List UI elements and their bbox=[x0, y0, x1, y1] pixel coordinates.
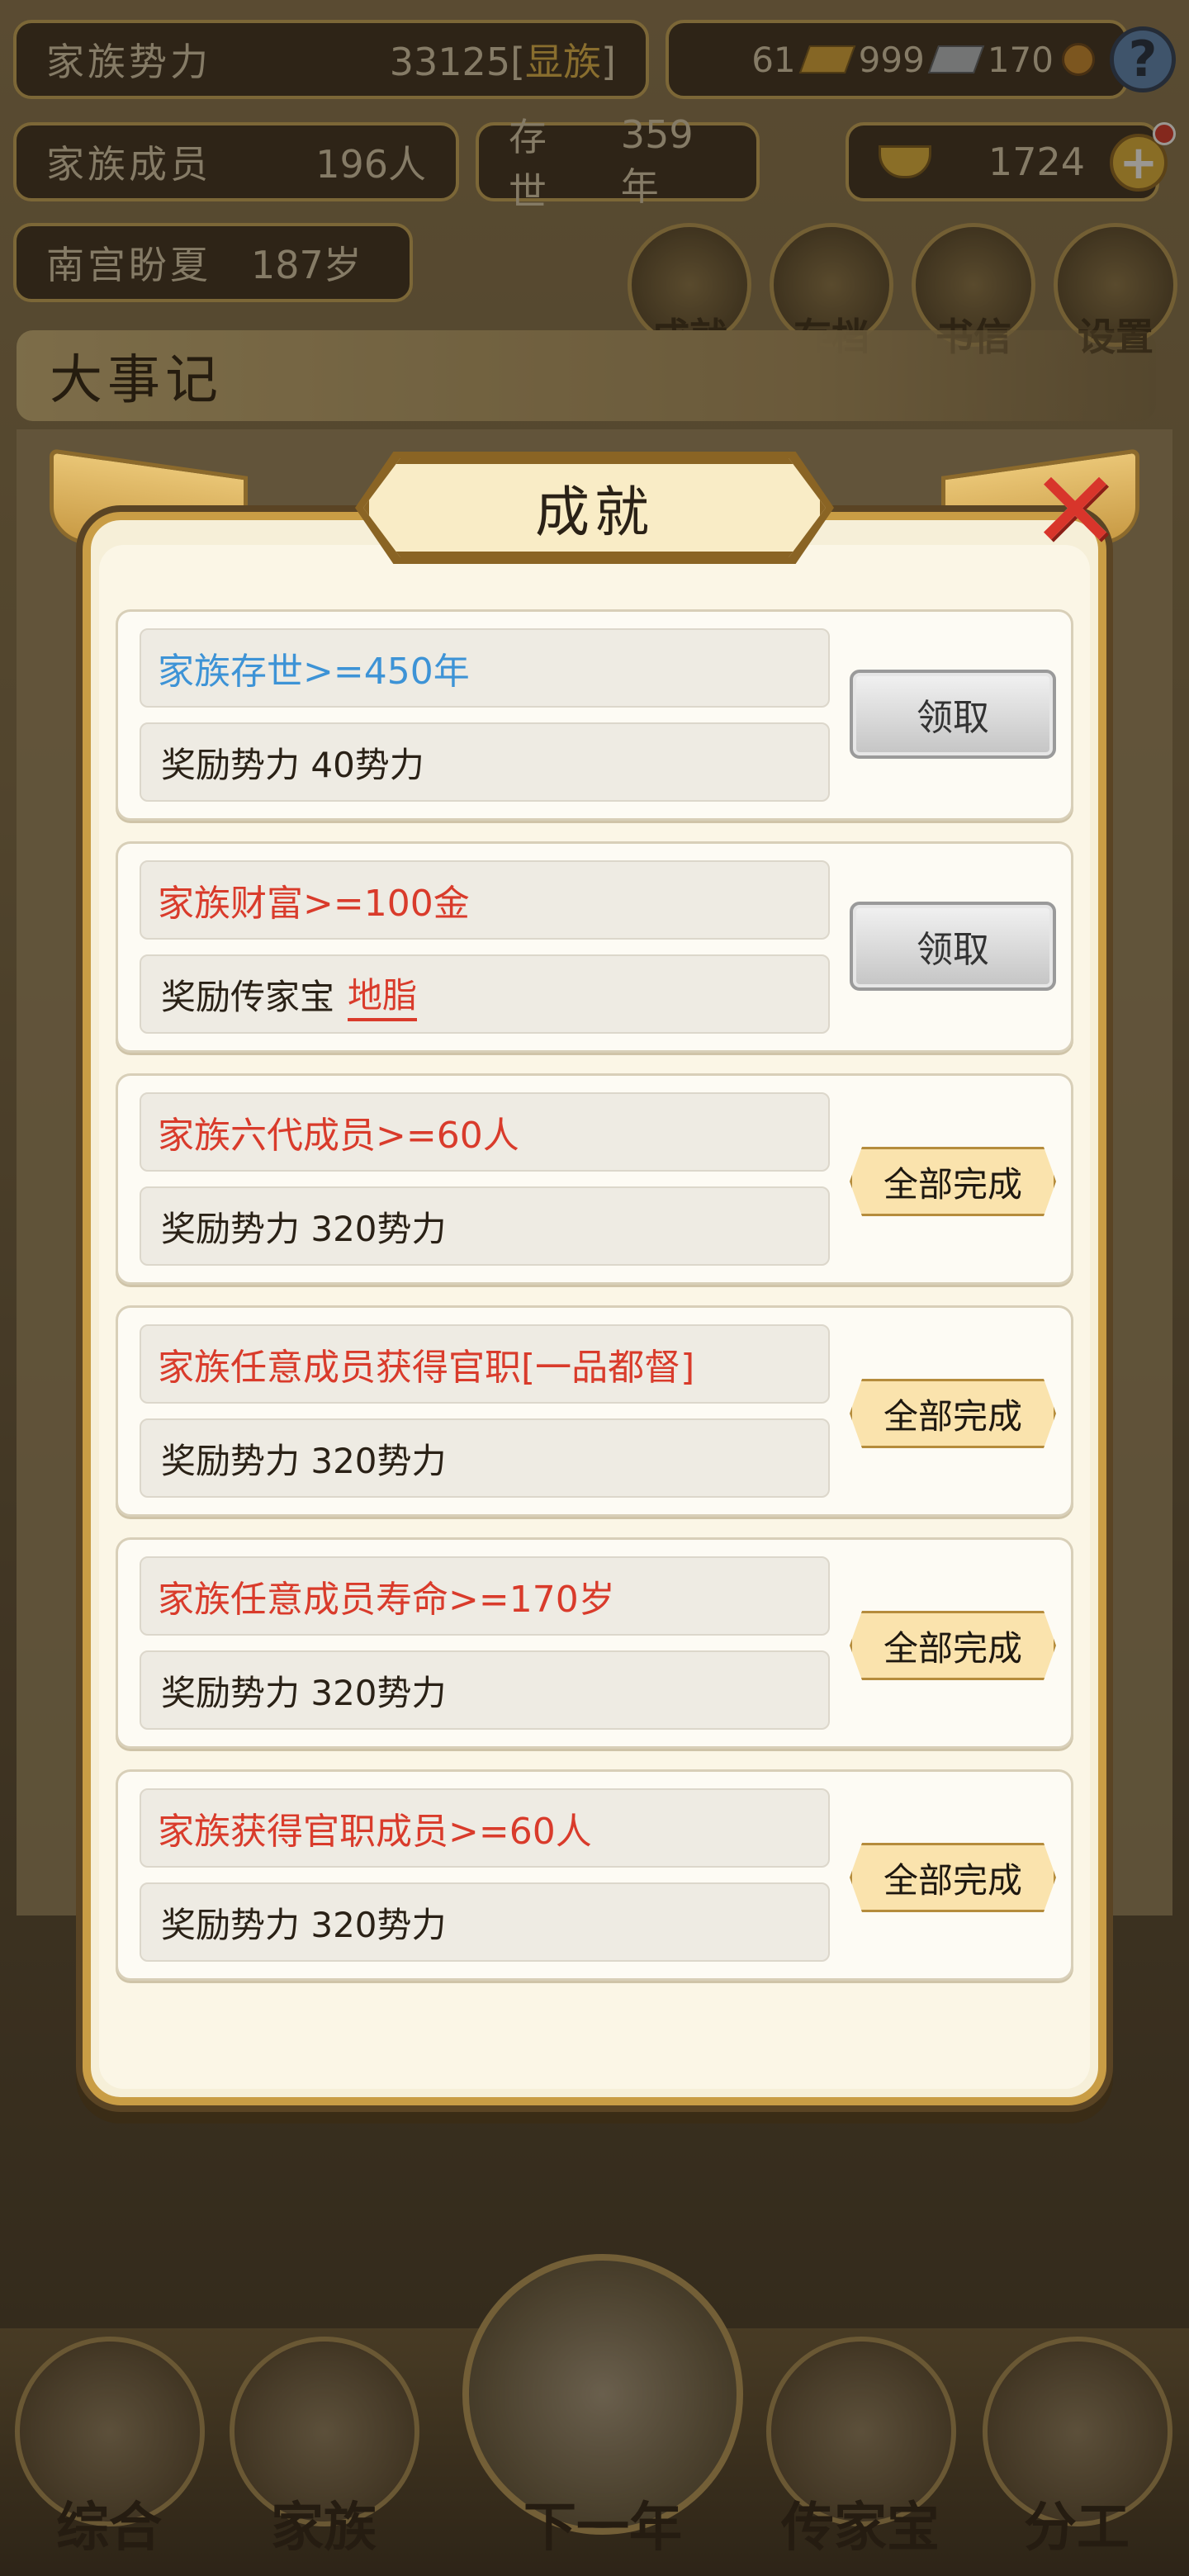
achievement-reward: 奖励传家宝 地脂 bbox=[140, 954, 830, 1034]
modal-title: 成就 bbox=[535, 481, 654, 544]
achievement-list: 家族存世>=450年 奖励势力 40势力 领取 家族财富>=100金 奖励传家宝 地脂 领取… bbox=[116, 609, 1073, 2001]
achievement-goal: 家族财富>=100金 bbox=[140, 860, 830, 940]
claim-button[interactable]: 领取 bbox=[850, 670, 1056, 759]
achievement-reward: 奖励势力 320势力 bbox=[140, 1418, 830, 1498]
completed-badge: 全部完成 bbox=[850, 1147, 1056, 1216]
achievement-reward: 奖励势力 320势力 bbox=[140, 1650, 830, 1730]
achievement-card: 家族获得官职成员>=60人奖励势力 320势力 全部完成 bbox=[116, 1769, 1073, 1981]
achievement-goal: 家族任意成员获得官职[一品都督] bbox=[140, 1324, 830, 1404]
achievement-goal: 家族任意成员寿命>=170岁 bbox=[140, 1556, 830, 1636]
achievement-card: 家族任意成员寿命>=170岁奖励势力 320势力 全部完成 bbox=[116, 1537, 1073, 1749]
achievement-goal: 家族存世>=450年 bbox=[140, 628, 830, 708]
achievement-card: 家族六代成员>=60人奖励势力 320势力 全部完成 bbox=[116, 1073, 1073, 1285]
completed-badge: 全部完成 bbox=[850, 1843, 1056, 1912]
achievement-reward-text: 奖励传家宝 bbox=[161, 976, 335, 1017]
modal-title-plate: 成就 bbox=[363, 458, 826, 557]
achievement-reward-text: 奖励势力 320势力 bbox=[161, 1672, 447, 1713]
completed-badge: 全部完成 bbox=[850, 1611, 1056, 1680]
achievement-reward-text: 奖励势力 320势力 bbox=[161, 1208, 447, 1249]
achievement-reward-text: 奖励势力 320势力 bbox=[161, 1904, 447, 1945]
achievement-reward-text: 奖励势力 320势力 bbox=[161, 1440, 447, 1481]
achievement-reward-item[interactable]: 地脂 bbox=[348, 968, 418, 1021]
achievement-reward-text: 奖励势力 40势力 bbox=[161, 744, 424, 785]
achievement-card: 家族任意成员获得官职[一品都督] 奖励势力 320势力 全部完成 bbox=[116, 1305, 1073, 1517]
achievement-card: 家族财富>=100金 奖励传家宝 地脂 领取 bbox=[116, 841, 1073, 1053]
close-icon[interactable]: ✕ bbox=[1017, 452, 1133, 568]
achievement-reward: 奖励势力 320势力 bbox=[140, 1882, 830, 1962]
achievement-card: 家族存世>=450年奖励势力 40势力 领取 bbox=[116, 609, 1073, 821]
completed-badge: 全部完成 bbox=[850, 1379, 1056, 1448]
achievement-reward: 奖励势力 40势力 bbox=[140, 722, 830, 802]
achievement-goal: 家族获得官职成员>=60人 bbox=[140, 1788, 830, 1868]
achievement-reward: 奖励势力 320势力 bbox=[140, 1186, 830, 1266]
claim-button[interactable]: 领取 bbox=[850, 902, 1056, 991]
achievement-goal: 家族六代成员>=60人 bbox=[140, 1092, 830, 1172]
